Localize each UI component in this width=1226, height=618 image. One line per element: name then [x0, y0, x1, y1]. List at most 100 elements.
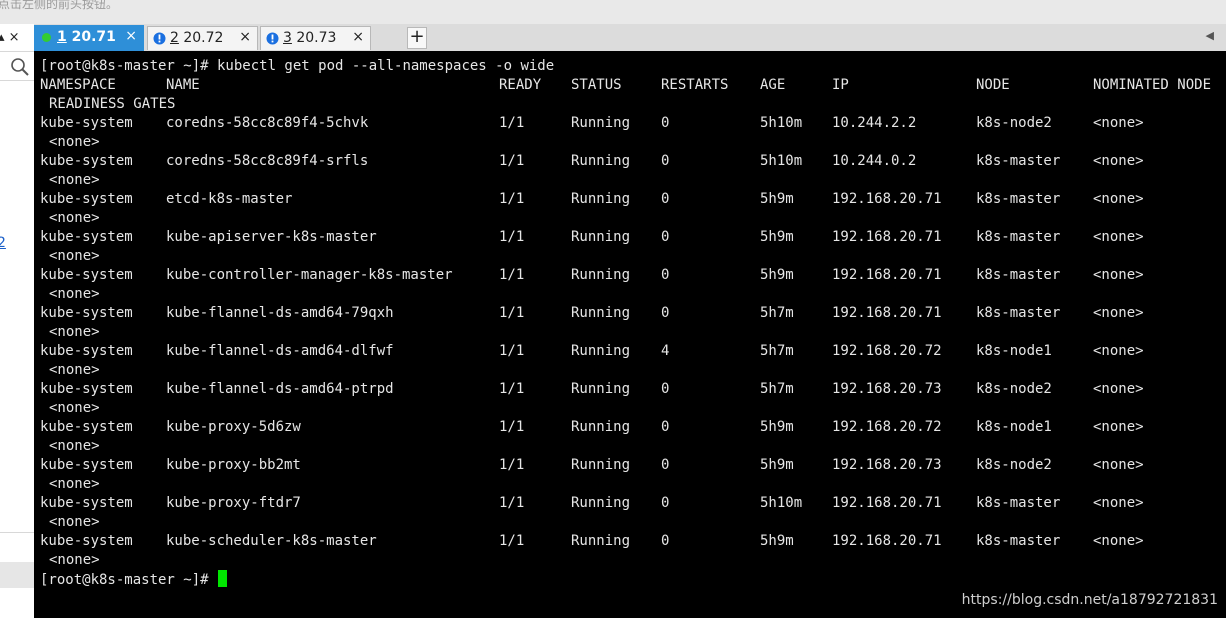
cell-name: kube-flannel-ds-amd64-dlfwf [166, 343, 394, 359]
cell-ready: 1/1 [499, 115, 525, 131]
cell-restarts: 0 [661, 495, 670, 511]
cell-readiness-gates: <none> [49, 552, 100, 568]
cell-ready: 1/1 [499, 191, 525, 207]
cell-restarts: 0 [661, 191, 670, 207]
close-icon[interactable]: × [125, 28, 137, 44]
cell-readiness-gates: <none> [49, 400, 100, 416]
cell-ready: 1/1 [499, 305, 525, 321]
cell-status: Running [571, 153, 631, 169]
cell-namespace: kube-system [40, 153, 133, 169]
cell-node: k8s-master [976, 229, 1061, 245]
tab-label: 20.71 [66, 29, 116, 45]
cell-age: 5h9m [760, 229, 794, 245]
cell-restarts: 0 [661, 457, 670, 473]
command-text: kubectl get pod --all-namespaces -o wide [208, 58, 555, 74]
cell-readiness-gates: <none> [49, 134, 100, 150]
cell-status: Running [571, 419, 631, 435]
cell-name: kube-proxy-5d6zw [166, 419, 301, 435]
tab-session-2[interactable]: 2 20.72 × [147, 26, 258, 50]
cell-age: 5h9m [760, 267, 794, 283]
cell-node: k8s-node2 [976, 457, 1052, 473]
column-header: RESTARTS [661, 77, 729, 93]
column-header: NAME [166, 77, 200, 93]
cell-restarts: 0 [661, 533, 670, 549]
sidebar-link[interactable]: 2 [0, 235, 6, 251]
cell-readiness-gates: <none> [49, 286, 100, 302]
cell-nominated: <none> [1093, 343, 1144, 359]
cell-restarts: 4 [661, 343, 670, 359]
warning-icon [266, 32, 279, 45]
cell-nominated: <none> [1093, 153, 1144, 169]
cell-ip: 192.168.20.71 [832, 305, 942, 321]
tab-label: 20.73 [291, 30, 337, 46]
cell-age: 5h7m [760, 305, 794, 321]
cell-node: k8s-master [976, 191, 1061, 207]
cell-name: kube-controller-manager-k8s-master [166, 267, 453, 283]
cell-node: k8s-master [976, 533, 1061, 549]
cell-ready: 1/1 [499, 495, 525, 511]
command-line: [root@k8s-master ~]# kubectl get pod --a… [40, 57, 554, 76]
cell-ip: 192.168.20.71 [832, 229, 942, 245]
cell-nominated: <none> [1093, 267, 1144, 283]
cell-nominated: <none> [1093, 533, 1144, 549]
cell-nominated: <none> [1093, 305, 1144, 321]
cell-status: Running [571, 457, 631, 473]
cell-age: 5h7m [760, 381, 794, 397]
cell-readiness-gates: <none> [49, 438, 100, 454]
column-header: IP [832, 77, 849, 93]
cell-age: 5h10m [760, 153, 803, 169]
close-icon[interactable]: × [352, 29, 364, 45]
cell-node: k8s-master [976, 267, 1061, 283]
column-header: AGE [760, 77, 786, 93]
cell-restarts: 0 [661, 381, 670, 397]
cell-name: coredns-58cc8c89f4-srfls [166, 153, 369, 169]
column-header: READY [499, 77, 542, 93]
cell-ready: 1/1 [499, 419, 525, 435]
final-prompt-line[interactable]: [root@k8s-master ~]# [40, 570, 228, 589]
cell-status: Running [571, 495, 631, 511]
cell-nominated: <none> [1093, 419, 1144, 435]
hint-text: 点击左侧的前头按钮。 [0, 0, 119, 11]
cell-name: kube-proxy-ftdr7 [166, 495, 301, 511]
tab-scroll-left-icon[interactable]: ◀ [1206, 29, 1214, 42]
terminal-output[interactable]: [root@k8s-master ~]# kubectl get pod --a… [34, 51, 1226, 618]
cell-age: 5h10m [760, 495, 803, 511]
cell-ready: 1/1 [499, 229, 525, 245]
cell-restarts: 0 [661, 305, 670, 321]
prompt: [root@k8s-master ~]# [40, 572, 209, 588]
column-header: STATUS [571, 77, 622, 93]
cell-node: k8s-master [976, 305, 1061, 321]
cell-readiness-gates: <none> [49, 362, 100, 378]
cell-readiness-gates: <none> [49, 248, 100, 264]
column-header-wrap: READINESS GATES [49, 96, 176, 112]
search-icon[interactable] [10, 57, 32, 77]
tab-number: 3 [283, 30, 292, 46]
cell-namespace: kube-system [40, 343, 133, 359]
watermark: https://blog.csdn.net/a18792721831 [961, 592, 1218, 608]
cell-restarts: 0 [661, 267, 670, 283]
cell-namespace: kube-system [40, 305, 133, 321]
cell-status: Running [571, 267, 631, 283]
new-tab-button[interactable]: + [407, 27, 427, 49]
sidebar-divider [0, 51, 34, 52]
tab-session-1[interactable]: 1 20.71 × [34, 25, 144, 51]
cell-nominated: <none> [1093, 191, 1144, 207]
cell-ready: 1/1 [499, 343, 525, 359]
cell-namespace: kube-system [40, 381, 133, 397]
column-header: NOMINATED NODE [1093, 77, 1212, 93]
cell-ip: 192.168.20.73 [832, 381, 942, 397]
tab-session-3[interactable]: 3 20.73 × [260, 26, 371, 50]
sidebar-controls[interactable]: ▴ × [0, 30, 20, 45]
cell-status: Running [571, 305, 631, 321]
connected-dot-icon [42, 33, 51, 42]
cell-ip: 192.168.20.72 [832, 419, 942, 435]
cell-namespace: kube-system [40, 533, 133, 549]
cell-namespace: kube-system [40, 267, 133, 283]
sidebar-divider [0, 80, 34, 81]
top-info-strip: 点击左侧的前头按钮。 [0, 0, 1226, 24]
cell-nominated: <none> [1093, 457, 1144, 473]
column-header: NODE [976, 77, 1010, 93]
close-icon[interactable]: × [239, 29, 251, 45]
sidebar-footer-block [0, 562, 34, 588]
cell-ip: 192.168.20.73 [832, 457, 942, 473]
